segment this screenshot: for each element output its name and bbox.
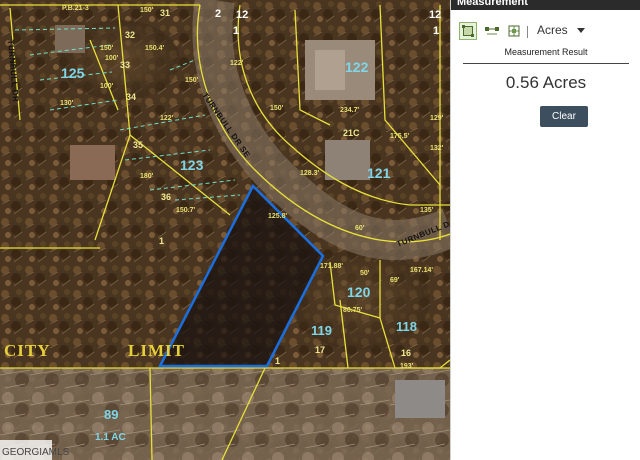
lot-number: 31 — [160, 8, 170, 18]
dimension-label: 150.7' — [176, 207, 196, 214]
lot-number: 12 — [429, 9, 441, 21]
dimension-label: 150' — [185, 77, 199, 84]
dimension-label: 100' — [100, 83, 114, 90]
result-divider — [463, 63, 629, 64]
dimension-label: 130' — [60, 100, 74, 107]
dimension-label: 122' — [160, 115, 174, 122]
location-measure-icon — [508, 25, 520, 37]
parcel-number: 119 — [311, 323, 332, 338]
lot-number: 17 — [315, 345, 325, 355]
lot-number: 1 — [275, 356, 280, 366]
dimension-label: 234.7' — [340, 107, 360, 114]
dimension-label: 69' — [390, 277, 400, 284]
dimension-label: 60' — [355, 225, 365, 232]
dimension-label: 125.8' — [268, 213, 288, 220]
house-roof — [315, 50, 345, 90]
dimension-label: 80.75' — [343, 307, 363, 314]
lot-number: 12 — [236, 9, 248, 21]
distance-measure-button[interactable] — [483, 22, 501, 40]
dimension-label: 129' — [430, 115, 444, 122]
dimension-label: 132' — [430, 145, 444, 152]
panel-header: Measurement — [451, 0, 640, 10]
lot-number: 21C — [343, 128, 360, 138]
parcel-number: 121 — [367, 165, 391, 181]
dimension-label: 150' — [140, 7, 154, 14]
lot-number: 36 — [161, 192, 171, 202]
dimension-label: P.B.21-3 — [62, 5, 89, 12]
location-measure-button[interactable] — [505, 22, 523, 40]
city-limit-label-right: LIMIT — [128, 341, 185, 360]
result-value: 0.56 Acres — [505, 73, 587, 92]
parcel-number: 89 — [104, 407, 118, 422]
lot-number: 1 — [433, 25, 439, 37]
clear-button[interactable]: Clear — [540, 106, 588, 127]
dimension-label: 193' — [400, 363, 414, 370]
house-roof — [395, 380, 445, 418]
parcel-number: 122 — [345, 59, 369, 75]
result-label: Measurement Result — [504, 47, 588, 57]
house-roof — [70, 145, 115, 180]
dimension-label: 128.3' — [300, 170, 320, 177]
area-measure-icon — [462, 25, 474, 37]
lot-number: 1 — [159, 236, 164, 246]
dimension-label: 122' — [230, 60, 244, 67]
parcel-number: 123 — [180, 157, 204, 173]
dimension-label: 171.88' — [320, 263, 343, 270]
parcel-map[interactable]: TURNBULL DR SE TURNBULL D TURNBULL DR CI… — [0, 0, 450, 460]
distance-measure-icon — [485, 27, 499, 35]
dimension-label: 175.5' — [390, 133, 410, 140]
lot-number: 1 — [233, 25, 239, 37]
lot-number: 16 — [401, 348, 411, 358]
dimension-label: 100' — [105, 55, 119, 62]
dimension-label: 150' — [100, 45, 114, 52]
watermark-logo: GEORGIAMLS — [2, 447, 70, 458]
map-canvas[interactable]: TURNBULL DR SE TURNBULL D TURNBULL DR CI… — [0, 0, 450, 460]
measurement-panel: Measurement Acres Measurement Result 0.5… — [450, 0, 640, 460]
parcel-number: 118 — [396, 319, 417, 334]
lot-number: 33 — [120, 60, 130, 70]
parcel-number: 120 — [347, 284, 371, 300]
unit-dropdown-value: Acres — [537, 23, 568, 37]
lot-number: 32 — [125, 30, 135, 40]
dimension-label: 180' — [140, 173, 154, 180]
dimension-label: 150' — [270, 105, 284, 112]
panel-title: Measurement — [457, 0, 528, 8]
measurement-toolbar: Acres — [459, 20, 635, 44]
city-limit-label-left: CITY — [4, 341, 51, 360]
parcel-area: 1.1 AC — [95, 432, 126, 443]
area-measure-button[interactable] — [459, 22, 477, 40]
parcel-number: 125 — [61, 65, 85, 81]
lot-number: 35 — [133, 140, 143, 150]
dimension-label: 50' — [360, 270, 370, 277]
lot-number: 2 — [215, 8, 221, 20]
dimension-label: 150.4' — [145, 45, 165, 52]
dimension-label: 135' — [420, 207, 434, 214]
caret-down-icon — [577, 28, 585, 33]
lot-number: 34 — [126, 92, 136, 102]
toolbar-separator — [527, 26, 528, 38]
dimension-label: 167.14' — [410, 267, 433, 274]
house-roof — [325, 140, 370, 180]
